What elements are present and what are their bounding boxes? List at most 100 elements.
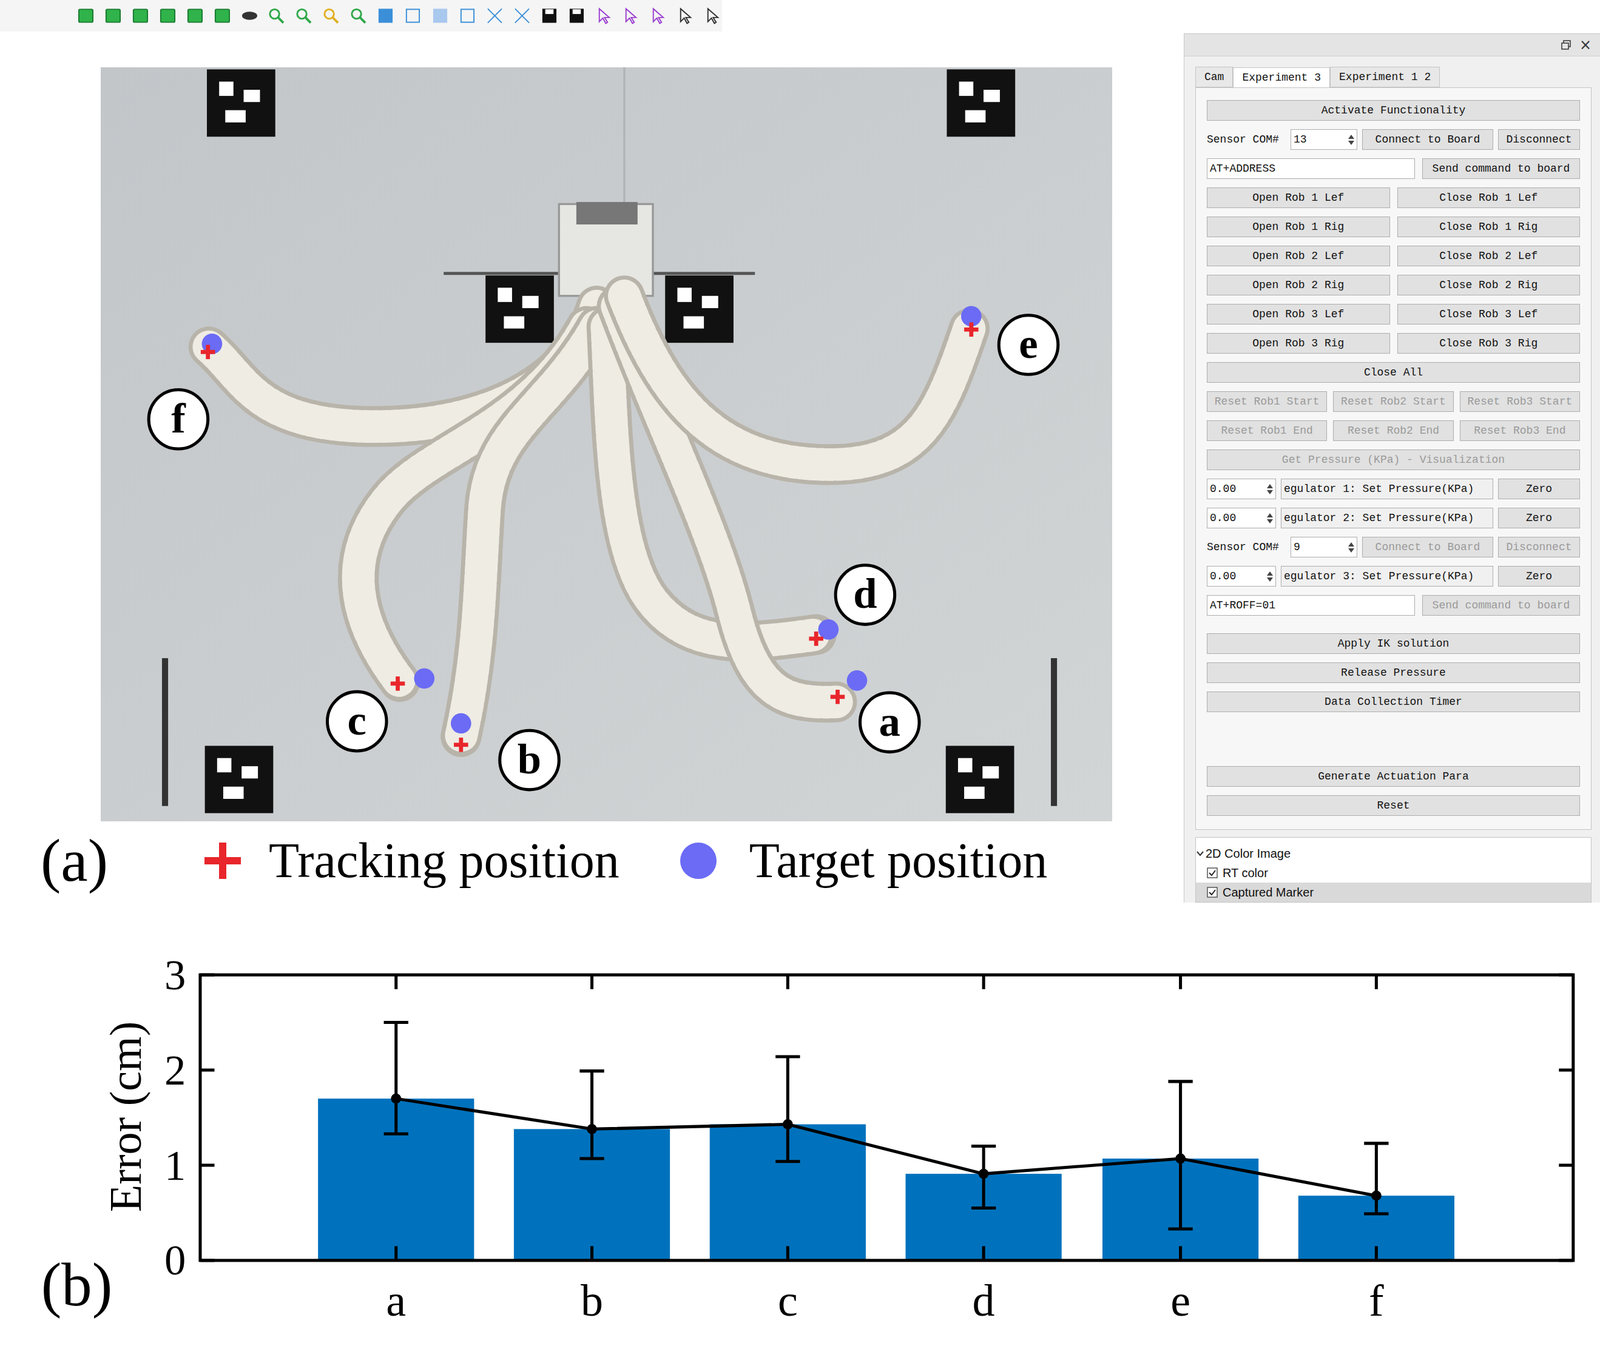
spin-box[interactable]: 0.00 [1206, 566, 1276, 587]
cubeo-tool-icon[interactable] [403, 6, 423, 26]
figure-a-legend: (a)Tracking positionTarget position [0, 821, 1184, 901]
sq-tool-icon[interactable] [76, 6, 96, 26]
axis-tool-icon[interactable] [512, 6, 532, 26]
panel-button[interactable]: Disconnect [1498, 536, 1580, 558]
panel-button[interactable]: Open Rob 1 Rig [1206, 216, 1391, 238]
cubeo-tool-icon[interactable] [458, 6, 477, 26]
tab[interactable]: Experiment 3 [1232, 67, 1330, 88]
panel-button[interactable]: Connect to Board [1362, 129, 1494, 150]
spin-box[interactable]: 9 [1290, 536, 1358, 558]
target-point: f [148, 333, 223, 449]
svg-text:1: 1 [164, 1141, 186, 1190]
close-button[interactable]: × [1579, 37, 1592, 53]
spin-up-icon[interactable] [1348, 134, 1355, 139]
spin-box[interactable]: 0.00 [1206, 507, 1276, 529]
svg-text:2: 2 [164, 1046, 186, 1094]
spin-down-icon[interactable] [1266, 519, 1273, 524]
command-row: AT+ROFF=01 Send command to board [1206, 595, 1580, 616]
zoom-tool-icon[interactable] [348, 6, 368, 26]
save-tool-icon[interactable] [567, 6, 587, 26]
panel-button[interactable]: Reset Rob2 End [1333, 420, 1454, 442]
error-whisker [384, 1022, 409, 1135]
spin-up-icon[interactable] [1266, 484, 1273, 489]
panel-button[interactable]: Open Rob 2 Rig [1206, 274, 1391, 296]
panel-button[interactable]: Open Rob 2 Lef [1206, 245, 1391, 267]
panel-button[interactable]: Reset Rob1 End [1206, 420, 1327, 442]
panel-button[interactable]: Zero [1498, 478, 1580, 500]
target-point: a [830, 670, 920, 753]
panel-button[interactable]: Open Rob 1 Lef [1206, 187, 1391, 209]
mean-line [396, 1098, 1377, 1196]
sq-tool-icon[interactable] [103, 6, 123, 26]
tree-item[interactable]: Captured Marker [1195, 882, 1591, 903]
expanded-chevron-icon[interactable] [1195, 849, 1205, 858]
panel-button[interactable]: Close Rob 1 Lef [1397, 187, 1581, 209]
tree-node[interactable]: 2D Color Image [1195, 843, 1591, 864]
command-field[interactable]: AT+ADDRESS [1206, 158, 1415, 179]
spin-box[interactable]: 13 [1290, 129, 1358, 150]
panel-button[interactable]: Close Rob 1 Rig [1397, 216, 1581, 238]
panel-button[interactable]: Connect to Board [1362, 536, 1494, 558]
panel-button[interactable]: Close All [1206, 362, 1580, 383]
tree-item[interactable]: RT color [1195, 863, 1591, 883]
cursor-tool-icon[interactable] [594, 6, 614, 26]
panel-button[interactable]: Activate Functionality [1206, 100, 1580, 121]
photo-overlay: abcdef [100, 67, 1113, 822]
tab[interactable]: Cam [1195, 66, 1233, 88]
button-triple-row: Reset Rob1 End Reset Rob2 EndReset Rob3 E… [1206, 420, 1580, 442]
cube-tool-icon[interactable] [376, 6, 395, 26]
panel-button[interactable]: Reset [1206, 795, 1580, 817]
panel-button[interactable]: Release Pressure [1206, 662, 1580, 684]
panel-button[interactable]: Disconnect [1498, 129, 1580, 150]
cursor-tool-icon[interactable] [621, 6, 641, 26]
spin-up-icon[interactable] [1266, 571, 1273, 576]
cursor-tool-icon[interactable] [648, 6, 668, 26]
spin-box[interactable]: 0.00 [1206, 478, 1276, 500]
tracking-cross-icon [204, 842, 241, 880]
panel-button[interactable]: Close Rob 3 Lef [1397, 303, 1581, 325]
panel-button[interactable]: Close Rob 2 Lef [1397, 245, 1581, 267]
spin-up-icon[interactable] [1348, 542, 1355, 547]
oval-tool-icon[interactable] [240, 6, 260, 26]
panel-button[interactable]: Data Collection Timer [1206, 691, 1580, 713]
target-position-icon [847, 670, 868, 692]
panel-button[interactable]: Send command to board [1422, 595, 1580, 616]
spin-down-icon[interactable] [1266, 577, 1273, 582]
zoom-tool-icon[interactable] [321, 6, 341, 26]
panel-button[interactable]: Get Pressure (KPa) - Visualization [1206, 449, 1580, 471]
panel-button[interactable]: Open Rob 3 Lef [1206, 303, 1391, 325]
save-tool-icon[interactable] [540, 6, 559, 26]
panel-button[interactable]: Reset Rob3 Start [1459, 391, 1580, 412]
panel-button[interactable]: Close Rob 3 Rig [1397, 333, 1581, 354]
zoom-tool-icon[interactable] [294, 6, 314, 26]
soft-robot-arm [461, 326, 598, 737]
checked-box-icon[interactable] [1206, 887, 1218, 898]
panel-button[interactable]: Apply IK solution [1206, 633, 1580, 655]
checked-box-icon[interactable] [1206, 867, 1218, 879]
command-field[interactable]: AT+ROFF=01 [1206, 595, 1415, 616]
spin-down-icon[interactable] [1266, 490, 1273, 495]
panel-button[interactable]: Send command to board [1422, 158, 1580, 179]
cursor-tool-icon[interactable] [703, 6, 723, 26]
panel-button[interactable]: Open Rob 3 Rig [1206, 333, 1391, 354]
panel-button[interactable]: Zero [1498, 507, 1580, 529]
panel-button[interactable]: Reset Rob3 End [1459, 420, 1580, 442]
sq-tool-icon[interactable] [185, 6, 205, 26]
zoom-tool-icon[interactable] [266, 6, 286, 26]
panel-button[interactable]: Generate Actuation Para [1206, 766, 1580, 787]
panel-button[interactable]: Zero [1498, 566, 1580, 587]
sq-tool-icon[interactable] [158, 6, 178, 26]
spin-down-icon[interactable] [1348, 548, 1355, 553]
cube-tool-icon[interactable] [430, 6, 450, 26]
tab[interactable]: Experiment 1 2 [1329, 66, 1440, 88]
spin-up-icon[interactable] [1266, 513, 1273, 518]
sq-tool-icon[interactable] [212, 6, 232, 26]
panel-button[interactable]: Close Rob 2 Rig [1397, 274, 1581, 296]
panel-button[interactable]: Reset Rob2 Start [1333, 391, 1454, 412]
cursor-tool-icon[interactable] [675, 6, 695, 26]
spin-down-icon[interactable] [1348, 140, 1355, 146]
restore-icon[interactable] [1561, 40, 1571, 50]
panel-button[interactable]: Reset Rob1 Start [1206, 391, 1327, 412]
axis-tool-icon[interactable] [485, 6, 505, 26]
sq-tool-icon[interactable] [131, 6, 150, 26]
